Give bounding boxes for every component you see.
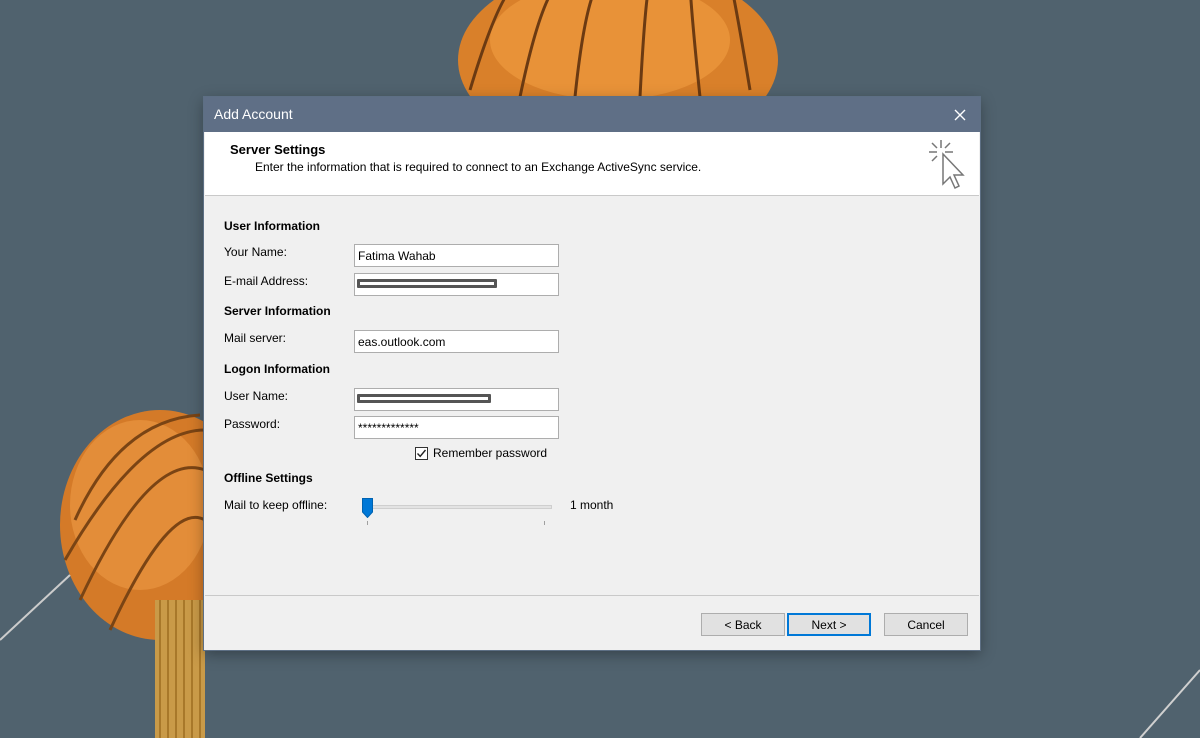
mail-to-keep-offline-label: Mail to keep offline: [224,498,328,512]
redacted-email-bar [357,279,497,288]
mail-to-keep-offline-value: 1 month [570,498,614,512]
footer-separator [205,595,979,596]
redacted-username-bar [357,394,491,403]
header-subtitle: Enter the information that is required t… [255,160,702,174]
close-icon [954,109,966,120]
add-account-dialog: Add Account Server Settings Enter the in… [204,97,980,650]
next-button[interactable]: Next > [787,613,871,636]
user-name-label: User Name: [224,389,289,403]
mail-to-keep-offline-slider[interactable] [362,495,552,525]
checkmark-icon [416,449,427,457]
offline-settings-heading: Offline Settings [224,471,313,485]
cursor-click-icon [929,140,965,190]
slider-thumb[interactable] [362,498,373,518]
slider-track [362,505,552,509]
title-bar: Add Account [204,97,980,132]
remember-password-label: Remember password [433,446,548,460]
mail-server-label: Mail server: [224,331,287,345]
slider-tick-start [367,521,368,525]
email-address-label: E-mail Address: [224,274,309,288]
password-input[interactable]: ************* [354,416,559,439]
back-button[interactable]: < Back [701,613,785,636]
close-button[interactable] [940,97,980,132]
your-name-input[interactable]: Fatima Wahab [354,244,559,267]
your-name-label: Your Name: [224,245,287,259]
password-label: Password: [224,417,281,431]
logon-information-heading: Logon Information [224,362,330,376]
window-title: Add Account [214,106,293,122]
slider-tick-end [544,521,545,525]
header-title: Server Settings [230,142,326,157]
mail-server-input[interactable]: eas.outlook.com [354,330,559,353]
dialog-header: Server Settings Enter the information th… [205,132,979,196]
email-address-input[interactable] [354,273,559,296]
user-name-input[interactable] [354,388,559,411]
cancel-button[interactable]: Cancel [884,613,968,636]
remember-password-checkbox[interactable] [415,446,428,460]
server-information-heading: Server Information [224,304,331,318]
user-information-heading: User Information [224,219,321,233]
remember-password-checkbox-row[interactable]: Remember password [415,445,547,461]
